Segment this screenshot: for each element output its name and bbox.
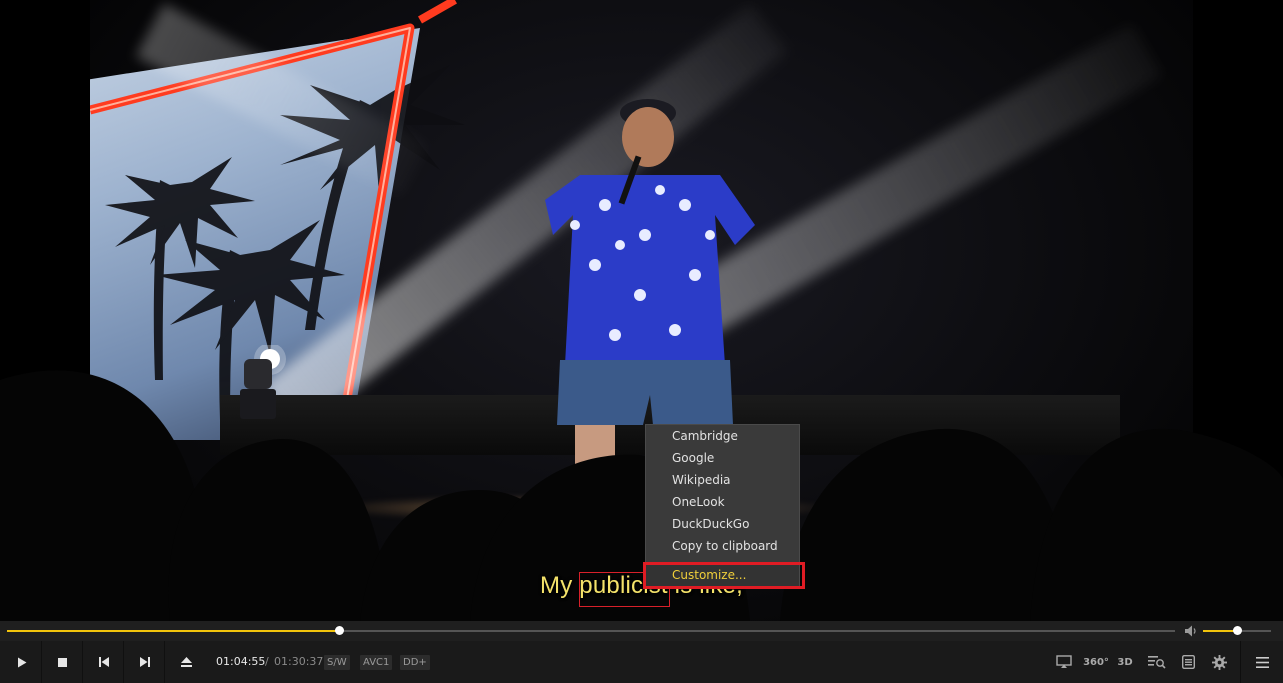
menu-item-wikipedia[interactable]: Wikipedia	[646, 469, 799, 491]
menu-item-copy-to-clipboard[interactable]: Copy to clipboard	[646, 535, 799, 557]
time-separator: /	[265, 655, 269, 668]
control-divider	[1240, 641, 1241, 683]
volume-slider[interactable]	[1203, 626, 1271, 635]
stop-icon	[58, 657, 67, 667]
current-time[interactable]: 01:04:55	[216, 641, 265, 683]
play-button[interactable]	[2, 641, 42, 683]
vr-360-label: 360°	[1083, 656, 1109, 668]
cast-button[interactable]	[1053, 641, 1075, 683]
hamburger-menu-icon	[1255, 656, 1269, 668]
playlist-icon	[1181, 655, 1195, 669]
settings-button[interactable]	[1208, 641, 1230, 683]
seek-bar-row	[0, 621, 1283, 641]
chapter-search-button[interactable]	[1146, 641, 1168, 683]
3d-label: 3D	[1117, 656, 1133, 668]
previous-icon	[98, 657, 109, 667]
previous-button[interactable]	[84, 641, 124, 683]
menu-item-duckduckgo[interactable]: DuckDuckGo	[646, 513, 799, 535]
3d-button[interactable]: 3D	[1115, 641, 1135, 683]
subtitle-text-before: My	[540, 572, 580, 599]
gear-icon	[1211, 654, 1227, 670]
eject-icon	[180, 657, 192, 667]
playlist-button[interactable]	[1178, 641, 1198, 683]
total-time[interactable]: 01:30:37	[274, 641, 323, 683]
stop-button[interactable]	[43, 641, 83, 683]
volume-icon[interactable]	[1184, 624, 1198, 638]
volume-handle[interactable]	[1233, 626, 1242, 635]
audio-codec-badge[interactable]: DD+	[400, 655, 430, 670]
control-bar: 01:04:55 / 01:30:37 S/W AVC1 DD+ 360° 3D	[0, 641, 1283, 683]
seek-slider[interactable]	[7, 626, 1175, 635]
volume-fill	[1203, 630, 1237, 632]
seek-handle[interactable]	[334, 626, 344, 635]
vr-360-button[interactable]: 360°	[1083, 641, 1109, 683]
audience-silhouettes	[0, 370, 1283, 621]
eject-button[interactable]	[166, 641, 206, 683]
play-icon	[17, 657, 26, 667]
menu-item-cambridge[interactable]: Cambridge	[646, 425, 799, 447]
next-button[interactable]	[125, 641, 165, 683]
seek-progress-fill	[7, 630, 339, 632]
customize-highlight-box	[643, 562, 805, 589]
menu-item-onelook[interactable]: OneLook	[646, 491, 799, 513]
next-icon	[139, 657, 150, 667]
menu-item-google[interactable]: Google	[646, 447, 799, 469]
video-codec-badge[interactable]: AVC1	[360, 655, 393, 670]
video-renderer-badge[interactable]: S/W	[324, 655, 350, 670]
cast-icon	[1056, 655, 1072, 668]
list-search-icon	[1148, 656, 1166, 669]
main-menu-button[interactable]	[1252, 641, 1272, 683]
video-frame[interactable]	[0, 0, 1283, 621]
